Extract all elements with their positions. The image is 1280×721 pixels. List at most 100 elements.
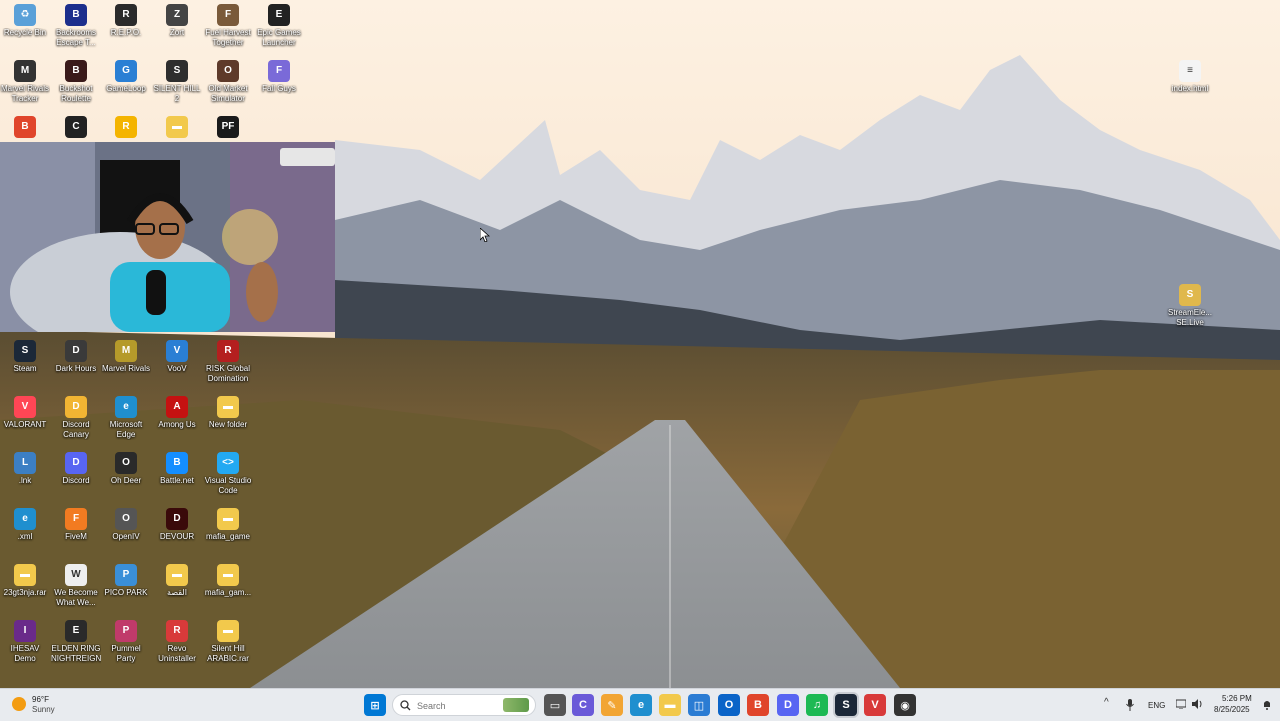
desktop-icon-we-become[interactable]: W We Become What We...: [51, 564, 101, 608]
desktop-icon-index-html[interactable]: ≡ index.html: [1165, 60, 1215, 94]
desktop-icon-openiv[interactable]: O OpenIV: [101, 508, 151, 542]
desktop-icon-fivem[interactable]: F FiveM: [51, 508, 101, 542]
weather-temp: 96°F: [32, 695, 49, 704]
desktop-icon-new-folder[interactable]: ▬ New folder: [203, 396, 253, 430]
taskbar-steam-button[interactable]: S: [835, 694, 857, 716]
desktop-icon-marvel-rivals[interactable]: M Marvel Rivals: [101, 340, 151, 374]
desktop-icon-xml[interactable]: e .xml: [0, 508, 50, 542]
desktop-icon-discord-canary[interactable]: D Discord Canary: [51, 396, 101, 440]
fall-guys-icon: F: [268, 60, 290, 82]
desktop-icon-rockstar[interactable]: R: [101, 116, 151, 140]
battle-net-icon: B: [166, 452, 188, 474]
desktop-icon-streamelements[interactable]: S StreamEle... SE.Live: [1165, 284, 1215, 328]
search-input[interactable]: [415, 698, 499, 714]
desktop-icon-label: Discord Canary: [62, 420, 90, 439]
taskbar-outlook-button[interactable]: O: [718, 694, 740, 716]
taskbar-edge-button[interactable]: e: [630, 694, 652, 716]
ihesav-icon: I: [14, 620, 36, 642]
desktop-icon-steam[interactable]: S Steam: [0, 340, 50, 374]
desktop-icon-mafia-game[interactable]: ▬ mafia_game: [203, 508, 253, 542]
desktop-icon-ihesav[interactable]: I IHESAV Demo: [0, 620, 50, 664]
taskbar-file-explorer-button[interactable]: ▬: [659, 694, 681, 716]
desktop-icon-label: OpenIV: [112, 532, 140, 541]
desktop-icon-dark-hours[interactable]: D Dark Hours: [51, 340, 101, 374]
pf-icon: PF: [217, 116, 239, 138]
desktop-icon-elden-ring[interactable]: E ELDEN RING NIGHTREIGN: [51, 620, 101, 664]
taskbar-obs-button[interactable]: ◉: [894, 694, 916, 716]
desktop-icon-epic-games[interactable]: E Epic Games Launcher: [254, 4, 304, 48]
desktop-icon-label: New folder: [208, 420, 248, 429]
taskbar-paint-button[interactable]: ✎: [601, 694, 623, 716]
desktop-icon-label: Buckshot Roulette: [59, 84, 93, 103]
desktop-icon-label: FiveM: [65, 532, 87, 541]
taskbar-start-button[interactable]: ⊞: [364, 694, 386, 716]
volume-icon[interactable]: [1192, 699, 1203, 709]
taskbar-spotify-button[interactable]: ♫: [806, 694, 828, 716]
tray-overflow-icon[interactable]: ^: [1104, 697, 1109, 708]
desktop-icon-fall-guys[interactable]: F Fall Guys: [254, 60, 304, 94]
desktop-icon-pf[interactable]: PF: [203, 116, 253, 140]
taskbar-copilot-button[interactable]: C: [572, 694, 594, 716]
language-indicator[interactable]: ENG: [1148, 701, 1165, 710]
desktop-icon-silent-hill-2[interactable]: S SILENT HILL 2: [152, 60, 202, 104]
microphone-icon[interactable]: [1126, 699, 1134, 711]
desktop-icon-lnk[interactable]: L .lnk: [0, 452, 50, 486]
desktop-icon-discord[interactable]: D Discord: [51, 452, 101, 486]
desktop-icon-folder-top[interactable]: ▬: [152, 116, 202, 140]
weather-widget[interactable]: 96°F Sunny: [12, 694, 92, 716]
we-become-icon: W: [65, 564, 87, 586]
desktop-icon-vscode[interactable]: <> Visual Studio Code: [203, 452, 253, 496]
desktop-icon-label: SILENT HILL 2: [153, 84, 201, 103]
silent-hill-arabic-icon: ▬: [217, 620, 239, 642]
network-icon[interactable]: [1176, 699, 1186, 709]
desktop-icon-revo[interactable]: R Revo Uninstaller: [152, 620, 202, 664]
zort-icon: Z: [166, 4, 188, 26]
desktop-icon-devour[interactable]: D DEVOUR: [152, 508, 202, 542]
desktop-icon-marvel-rivals-tracker[interactable]: M Marvel Rivals Tracker: [0, 60, 50, 104]
taskbar-search[interactable]: [392, 694, 536, 716]
desktop-icon-mafia-game-2[interactable]: ▬ mafia_gam...: [203, 564, 253, 598]
desktop-icon-brave[interactable]: B: [0, 116, 50, 140]
taskbar-store-button[interactable]: ◫: [688, 694, 710, 716]
desktop-icon-voov[interactable]: V VooV: [152, 340, 202, 374]
desktop-icon-backrooms[interactable]: B Backrooms Escape T...: [51, 4, 101, 48]
valorant-icon: V: [14, 396, 36, 418]
desktop-icon-buckshot[interactable]: B Buckshot Roulette: [51, 60, 101, 104]
desktop-icon-repo[interactable]: R R.E.P.O.: [101, 4, 151, 38]
desktop-icon-pico-park[interactable]: P PICO PARK: [101, 564, 151, 598]
notification-bell-icon[interactable]: [1262, 699, 1272, 710]
brave-icon: B: [14, 116, 36, 138]
desktop-icon-valorant[interactable]: V VALORANT: [0, 396, 50, 430]
start-icon: ⊞: [370, 699, 380, 712]
spotify-icon: ♫: [812, 699, 822, 711]
desktop-icon-zort[interactable]: Z Zort: [152, 4, 202, 38]
desktop-icon-old-market[interactable]: O Old Market Simulator: [203, 60, 253, 104]
rockstar-icon: R: [115, 116, 137, 138]
desktop-icon-fuel-harvest[interactable]: F Fuel Harvest Together: [203, 4, 253, 48]
desktop-icon-label: ELDEN RING NIGHTREIGN: [51, 644, 101, 663]
desktop-icon-pummel-party[interactable]: P Pummel Party: [101, 620, 151, 664]
taskbar-voicemod-button[interactable]: V: [864, 694, 886, 716]
taskbar-task-view-button[interactable]: ▭: [544, 694, 566, 716]
xml-icon: e: [14, 508, 36, 530]
file-explorer-icon: ▬: [664, 699, 676, 711]
desktop-icon-label: 23gt3nja.rar: [3, 588, 47, 597]
clock-date[interactable]: 8/25/2025: [1214, 705, 1250, 714]
taskbar-brave-button[interactable]: B: [747, 694, 769, 716]
desktop-icon-risk[interactable]: R RISK Global Domination: [203, 340, 253, 384]
desktop-icon-silent-hill-arabic[interactable]: ▬ Silent Hill ARABIC.rar: [203, 620, 253, 664]
desktop-icon-edge[interactable]: e Microsoft Edge: [101, 396, 151, 440]
taskbar-discord-button[interactable]: D: [777, 694, 799, 716]
rar-23gt-icon: ▬: [14, 564, 36, 586]
desktop-icon-among-us[interactable]: A Among Us: [152, 396, 202, 430]
desktop-icon-battle-net[interactable]: B Battle.net: [152, 452, 202, 486]
desktop-icon-arabic-folder[interactable]: ▬ القصة: [152, 564, 202, 598]
desktop-icon-rar-23gt[interactable]: ▬ 23gt3nja.rar: [0, 564, 50, 598]
desktop-icon-label: RISK Global Domination: [205, 364, 251, 383]
desktop-icon-capcut[interactable]: C: [51, 116, 101, 140]
desktop-icon-gameloop[interactable]: G GameLoop: [101, 60, 151, 94]
clock-time[interactable]: 5:26 PM: [1222, 694, 1252, 703]
pico-park-icon: P: [115, 564, 137, 586]
desktop-icon-oh-deer[interactable]: O Oh Deer: [101, 452, 151, 486]
desktop-icon-recycle-bin[interactable]: ♻ Recycle Bin: [0, 4, 50, 38]
